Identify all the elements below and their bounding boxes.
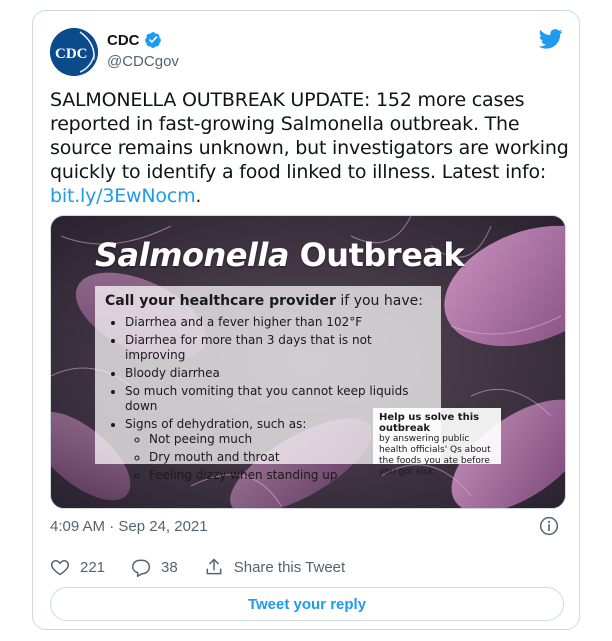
cdc-logo-icon: CDC (50, 28, 98, 76)
author-handle[interactable]: @CDCgov (107, 53, 179, 70)
tweet-text: SALMONELLA OUTBREAK UPDATE: 152 more cas… (50, 88, 570, 208)
reply-count: 38 (161, 558, 178, 576)
svg-text:CDC: CDC (55, 46, 88, 62)
verified-badge-icon (144, 32, 161, 48)
share-label: Share this Tweet (233, 558, 346, 576)
media-image[interactable]: Salmonella Outbreak Call your healthcare… (50, 215, 566, 509)
share-button[interactable]: Share this Tweet (204, 557, 345, 577)
help-box: Help us solve this outbreak by answering… (373, 408, 501, 477)
media-title-rest: Outbreak (288, 236, 465, 274)
info-icon[interactable] (539, 516, 559, 536)
list-item: Bloody diarrhea (125, 366, 431, 381)
tweet-card: CDC CDC @CDCgov SALMONELLA OUTBREAK UPDA… (32, 10, 580, 630)
symptoms-heading: Call your healthcare provider if you hav… (105, 294, 431, 309)
author-name[interactable]: CDC (107, 31, 162, 49)
avatar[interactable]: CDC (50, 28, 98, 76)
like-button[interactable]: 221 (50, 557, 105, 577)
heart-icon (50, 559, 70, 576)
media-title: Salmonella Outbreak (95, 236, 465, 274)
tweet-end: . (195, 185, 202, 207)
symptoms-heading-bold: Call your healthcare provider (105, 293, 336, 309)
help-text: by answering public health officials' Qs… (379, 434, 491, 477)
tweet-actions: 221 38 Share this Tweet (50, 557, 371, 577)
list-item-text: Signs of dehydration, such as: (125, 417, 307, 431)
media-title-italic: Salmonella (95, 236, 289, 274)
author-name-text[interactable]: CDC (107, 32, 140, 49)
reply-button[interactable]: 38 (131, 557, 178, 577)
tweet-body: SALMONELLA OUTBREAK UPDATE: 152 more cas… (50, 89, 569, 183)
help-heading: Help us solve this outbreak (379, 412, 480, 434)
reply-icon (131, 559, 151, 577)
tweet-timestamp[interactable]: 4:09 AM · Sep 24, 2021 (50, 518, 208, 535)
tweet-your-reply-button[interactable]: Tweet your reply (50, 587, 564, 621)
symptoms-heading-rest: if you have: (335, 293, 423, 309)
like-count: 221 (80, 558, 106, 576)
twitter-bird-icon[interactable] (539, 29, 563, 49)
share-icon (206, 558, 222, 575)
tweet-link[interactable]: bit.ly/3EwNocm (50, 185, 196, 207)
list-item: Diarrhea for more than 3 days that is no… (125, 333, 431, 363)
list-item: Diarrhea and a fever higher than 102°F (125, 315, 431, 330)
